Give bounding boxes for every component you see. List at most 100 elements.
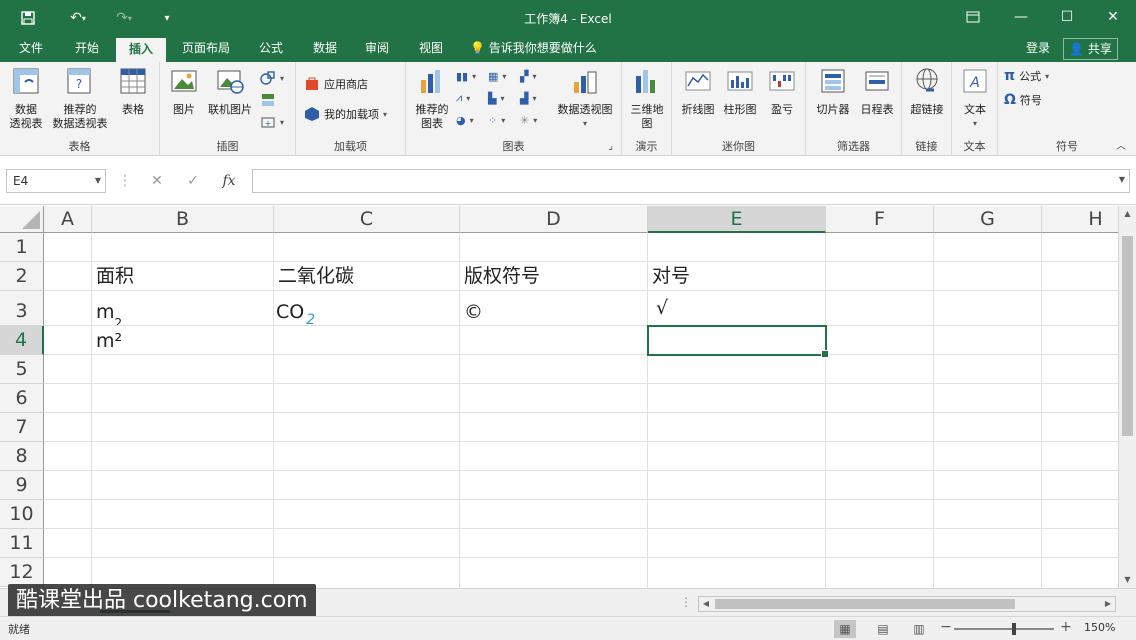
login-link[interactable]: 登录 bbox=[1026, 36, 1050, 62]
row-header-7[interactable]: 7 bbox=[0, 413, 44, 442]
pictures-button[interactable]: 图片 bbox=[166, 66, 202, 117]
column-header-d[interactable]: D bbox=[460, 206, 648, 233]
timeline-button[interactable]: 日程表 bbox=[856, 66, 898, 117]
confirm-entry-button[interactable]: ✓ bbox=[178, 169, 208, 193]
row-header-10[interactable]: 10 bbox=[0, 500, 44, 529]
undo-icon[interactable]: ↶ ▾ bbox=[60, 8, 96, 28]
tab-review[interactable]: 审阅 bbox=[354, 36, 400, 62]
formula-input[interactable]: ▼ bbox=[252, 169, 1130, 193]
minimize-icon[interactable]: — bbox=[1006, 6, 1036, 28]
online-pictures-button[interactable]: 联机图片 bbox=[204, 66, 256, 117]
combo-chart-button[interactable]: ▟ ▾ bbox=[520, 88, 536, 108]
recommended-pivot-button[interactable]: ? 推荐的 数据透视表 bbox=[48, 66, 112, 131]
symbol-button[interactable]: Ω 符号 bbox=[1004, 90, 1042, 110]
zoom-slider[interactable] bbox=[954, 628, 1054, 630]
column-header-f[interactable]: F bbox=[826, 206, 934, 233]
cell-b4[interactable]: m² bbox=[92, 326, 274, 355]
cell-b3[interactable]: m2 bbox=[92, 291, 274, 326]
tab-view[interactable]: 视图 bbox=[408, 36, 454, 62]
table-button[interactable]: 表格 bbox=[114, 66, 152, 117]
equation-button[interactable]: π 公式 ▾ bbox=[1004, 66, 1049, 86]
store-button[interactable]: 应用商店 bbox=[304, 74, 368, 94]
cell-b2[interactable]: 面积 bbox=[92, 262, 274, 291]
pie-chart-button[interactable]: ◕ ▾ bbox=[456, 110, 474, 130]
row-header-12[interactable]: 12 bbox=[0, 558, 44, 587]
text-button[interactable]: A 文本 ▾ bbox=[956, 66, 994, 131]
hyperlink-button[interactable]: 超链接 bbox=[906, 66, 948, 117]
normal-view-icon[interactable]: ▦ bbox=[834, 620, 856, 638]
worksheet-grid[interactable]: A B C D E F G H 1 2 3 4 5 6 7 8 9 10 11 … bbox=[0, 206, 1118, 588]
split-handle-icon[interactable]: ⋮ bbox=[680, 595, 692, 609]
column-chart-button[interactable]: ▮▮ ▾ bbox=[456, 66, 476, 86]
page-layout-view-icon[interactable]: ▤ bbox=[872, 620, 894, 638]
column-header-c[interactable]: C bbox=[274, 206, 460, 233]
pivot-chart-button[interactable]: 数据透视图 ▾ bbox=[552, 66, 618, 131]
zoom-out-icon[interactable]: − bbox=[940, 619, 952, 635]
pivot-table-button[interactable]: 数据 透视表 bbox=[6, 66, 46, 131]
row-header-9[interactable]: 9 bbox=[0, 471, 44, 500]
my-addins-button[interactable]: 我的加载项 ▾ bbox=[304, 104, 387, 124]
cell-c3[interactable]: CO 2 bbox=[274, 291, 460, 326]
column-header-e[interactable]: E bbox=[648, 206, 826, 233]
redo-icon[interactable]: ↷ ▾ bbox=[106, 8, 142, 28]
statistic-chart-button[interactable]: ▙ ▾ bbox=[488, 88, 504, 108]
ribbon-display-options-icon[interactable] bbox=[958, 6, 988, 28]
maximize-icon[interactable]: ☐ bbox=[1052, 6, 1082, 28]
row-header-11[interactable]: 11 bbox=[0, 529, 44, 558]
line-chart-button[interactable]: ⩘ ▾ bbox=[456, 88, 470, 108]
tell-me-box[interactable]: 💡 告诉我你想要做什么 bbox=[470, 36, 597, 62]
column-header-h[interactable]: H bbox=[1042, 206, 1118, 233]
slicer-button[interactable]: 切片器 bbox=[812, 66, 854, 117]
select-all-button[interactable] bbox=[0, 206, 44, 233]
row-header-4[interactable]: 4 bbox=[0, 326, 44, 355]
scroll-up-icon[interactable]: ▲ bbox=[1119, 206, 1136, 222]
zoom-in-icon[interactable]: + bbox=[1060, 619, 1072, 635]
3d-map-button[interactable]: 三维地 图 bbox=[626, 66, 668, 131]
cell-c2[interactable]: 二氧化碳 bbox=[274, 262, 460, 291]
tab-page-layout[interactable]: 页面布局 bbox=[174, 36, 238, 62]
tab-home[interactable]: 开始 bbox=[64, 36, 110, 62]
sparkline-column-button[interactable]: 柱形图 bbox=[720, 66, 760, 117]
tab-formulas[interactable]: 公式 bbox=[248, 36, 294, 62]
expand-formula-bar-icon[interactable]: ▼ bbox=[1119, 175, 1125, 184]
page-break-view-icon[interactable]: ▥ bbox=[908, 620, 930, 638]
scatter-chart-button[interactable]: ⁘ ▾ bbox=[488, 110, 505, 130]
column-header-g[interactable]: G bbox=[934, 206, 1042, 233]
row-header-5[interactable]: 5 bbox=[0, 355, 44, 384]
radar-chart-button[interactable]: ✳ ▾ bbox=[520, 110, 537, 130]
scroll-right-icon[interactable]: ▶ bbox=[1101, 597, 1115, 611]
cell-d2[interactable]: 版权符号 bbox=[460, 262, 648, 291]
vertical-scrollbar[interactable]: ▲ ▼ bbox=[1118, 206, 1136, 588]
customize-quick-access-icon[interactable]: ▾ bbox=[158, 8, 176, 28]
row-header-8[interactable]: 8 bbox=[0, 442, 44, 471]
insert-function-button[interactable]: fx bbox=[214, 169, 244, 193]
sparkline-line-button[interactable]: 折线图 bbox=[678, 66, 718, 117]
row-header-3[interactable]: 3 bbox=[0, 291, 44, 326]
close-icon[interactable]: ✕ bbox=[1098, 6, 1128, 28]
cell-e3[interactable]: √ bbox=[648, 291, 826, 326]
name-box-dropdown-icon[interactable]: ▼ bbox=[95, 170, 101, 192]
share-button[interactable]: 👤 共享 bbox=[1063, 38, 1118, 60]
cell-d3[interactable]: © bbox=[460, 291, 648, 326]
collapse-ribbon-icon[interactable]: ︿ bbox=[1116, 137, 1126, 152]
hierarchy-chart-button[interactable]: ▦ ▾ bbox=[488, 66, 506, 86]
tab-data[interactable]: 数据 bbox=[302, 36, 348, 62]
scroll-down-icon[interactable]: ▼ bbox=[1119, 572, 1136, 588]
waterfall-chart-button[interactable]: ▞ ▾ bbox=[520, 66, 536, 86]
save-icon[interactable] bbox=[16, 8, 40, 28]
shapes-button[interactable]: ▾ bbox=[260, 68, 284, 88]
horizontal-scrollbar[interactable]: ◀ ▶ bbox=[698, 596, 1116, 612]
name-box[interactable]: E4 ▼ bbox=[6, 169, 106, 193]
recommended-charts-button[interactable]: 推荐的 图表 bbox=[412, 66, 452, 131]
column-header-a[interactable]: A bbox=[44, 206, 92, 233]
smartart-button[interactable] bbox=[260, 90, 276, 110]
charts-dialog-launcher-icon[interactable]: ⌟ bbox=[608, 141, 613, 152]
row-header-1[interactable]: 1 bbox=[0, 233, 44, 262]
zoom-level[interactable]: 150% bbox=[1084, 621, 1115, 634]
zoom-slider-thumb[interactable] bbox=[1012, 623, 1016, 635]
row-header-2[interactable]: 2 bbox=[0, 262, 44, 291]
tab-insert[interactable]: 插入 bbox=[116, 36, 166, 62]
scroll-left-icon[interactable]: ◀ bbox=[699, 597, 713, 611]
row-header-6[interactable]: 6 bbox=[0, 384, 44, 413]
cell-e2[interactable]: 对号 bbox=[648, 262, 826, 291]
